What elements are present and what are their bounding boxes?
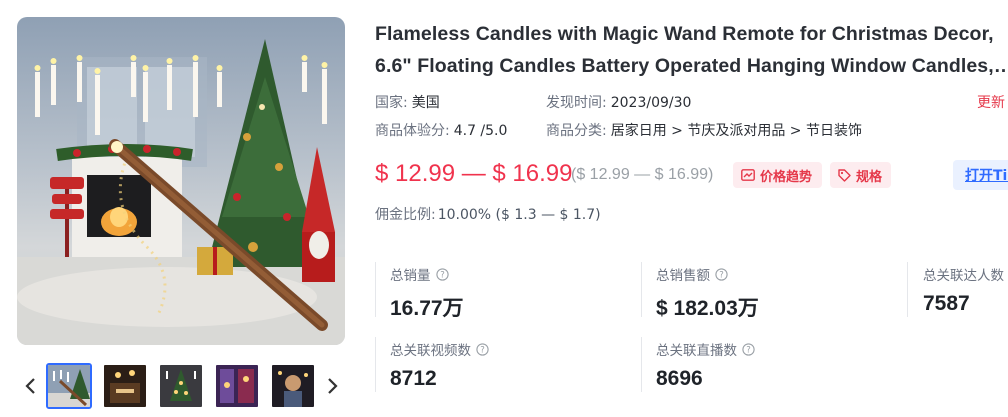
stat-label: 总关联视频数 [390, 343, 471, 359]
stat-divider [907, 262, 908, 317]
thumbnail-strip [17, 362, 347, 410]
stat-divider [375, 262, 376, 317]
stat-label: 总关联达人数 [923, 268, 1004, 284]
info-circle-icon[interactable]: ? [715, 267, 728, 281]
found-time-label: 发现时间: [546, 95, 607, 111]
commission-field: 佣金比例: 10.00% ($ 1.3 — $ 1.7) [375, 204, 601, 224]
country-value: 美国 [411, 95, 440, 111]
thumbnail-3[interactable] [158, 363, 204, 409]
category-field: 商品分类: 居家日用 > 节庆及派对用品 > 节日装饰 [546, 120, 862, 140]
thumbnail-2[interactable] [102, 363, 148, 409]
thumbnail-1[interactable] [46, 363, 92, 409]
stat-divider [641, 337, 642, 392]
info-circle-icon[interactable]: ? [435, 267, 449, 281]
original-price-range: ($ 12.99 — $ 16.99) [571, 166, 714, 183]
svg-text:?: ? [440, 270, 445, 280]
stat-label: 总销售额 [656, 268, 710, 284]
stat-total-revenue: 总销售额 ? $ 182.03万 [656, 264, 759, 322]
thumbnail-4[interactable] [214, 363, 260, 409]
product-main-image[interactable] [17, 17, 345, 345]
score-field: 商品体验分: 4.7 /5.0 [375, 120, 507, 140]
product-title-line-2: 6.6" Floating Candles Battery Operated H… [375, 55, 1005, 77]
stat-total-videos: 总关联视频数 ? 8712 [390, 339, 489, 391]
thumbnail-5[interactable] [270, 363, 316, 409]
category-value: 居家日用 > 节庆及派对用品 > 节日装饰 [610, 123, 862, 139]
stat-total-sales: 总销量 ? 16.77万 [390, 264, 464, 322]
stat-label: 总销量 [390, 268, 431, 284]
product-title-line-1: Flameless Candles with Magic Wand Remote… [375, 23, 994, 45]
chart-trend-icon [741, 169, 755, 181]
commission-value: 10.00% ($ 1.3 — $ 1.7) [437, 207, 601, 223]
chevron-left-icon[interactable] [19, 371, 43, 401]
svg-text:?: ? [480, 345, 485, 355]
stat-value: $ 182.03万 [656, 297, 759, 320]
open-tiktok-button[interactable]: 打开Tik [953, 160, 1008, 190]
tag-icon [838, 168, 851, 182]
stat-total-livestreams: 总关联直播数 ? 8696 [656, 339, 755, 391]
stat-label: 总关联直播数 [656, 343, 737, 359]
score-value: 4.7 /5.0 [453, 123, 508, 139]
product-title: Flameless Candles with Magic Wand Remote… [375, 18, 1005, 82]
stat-value: 8712 [390, 367, 437, 390]
country-label: 国家: [375, 95, 408, 111]
stat-value: 7587 [923, 292, 970, 315]
found-time-field: 发现时间: 2023/09/30 [546, 92, 691, 112]
spec-label: 规格 [856, 169, 883, 185]
price-trend-label: 价格趋势 [760, 169, 813, 185]
stat-value: 8696 [656, 367, 703, 390]
update-link[interactable]: 更新 [977, 92, 1005, 112]
stat-total-influencers: 总关联达人数 7587 [923, 264, 1004, 316]
category-label: 商品分类: [546, 123, 607, 139]
stat-value: 16.77万 [390, 297, 464, 320]
svg-text:?: ? [746, 345, 751, 355]
price-range: $ 12.99 — $ 16.99 [375, 160, 573, 187]
chevron-right-icon[interactable] [320, 371, 344, 401]
stat-divider [375, 337, 376, 392]
country-field: 国家: 美国 [375, 92, 440, 112]
info-circle-icon[interactable]: ? [742, 342, 755, 356]
spec-button[interactable]: 规格 [830, 162, 891, 188]
commission-label: 佣金比例: [375, 207, 436, 223]
found-time-value: 2023/09/30 [610, 95, 692, 111]
score-label: 商品体验分: [375, 123, 450, 139]
stat-divider [641, 262, 642, 317]
price-trend-button[interactable]: 价格趋势 [733, 162, 822, 188]
svg-text:?: ? [719, 270, 724, 280]
info-circle-icon[interactable]: ? [476, 342, 489, 356]
